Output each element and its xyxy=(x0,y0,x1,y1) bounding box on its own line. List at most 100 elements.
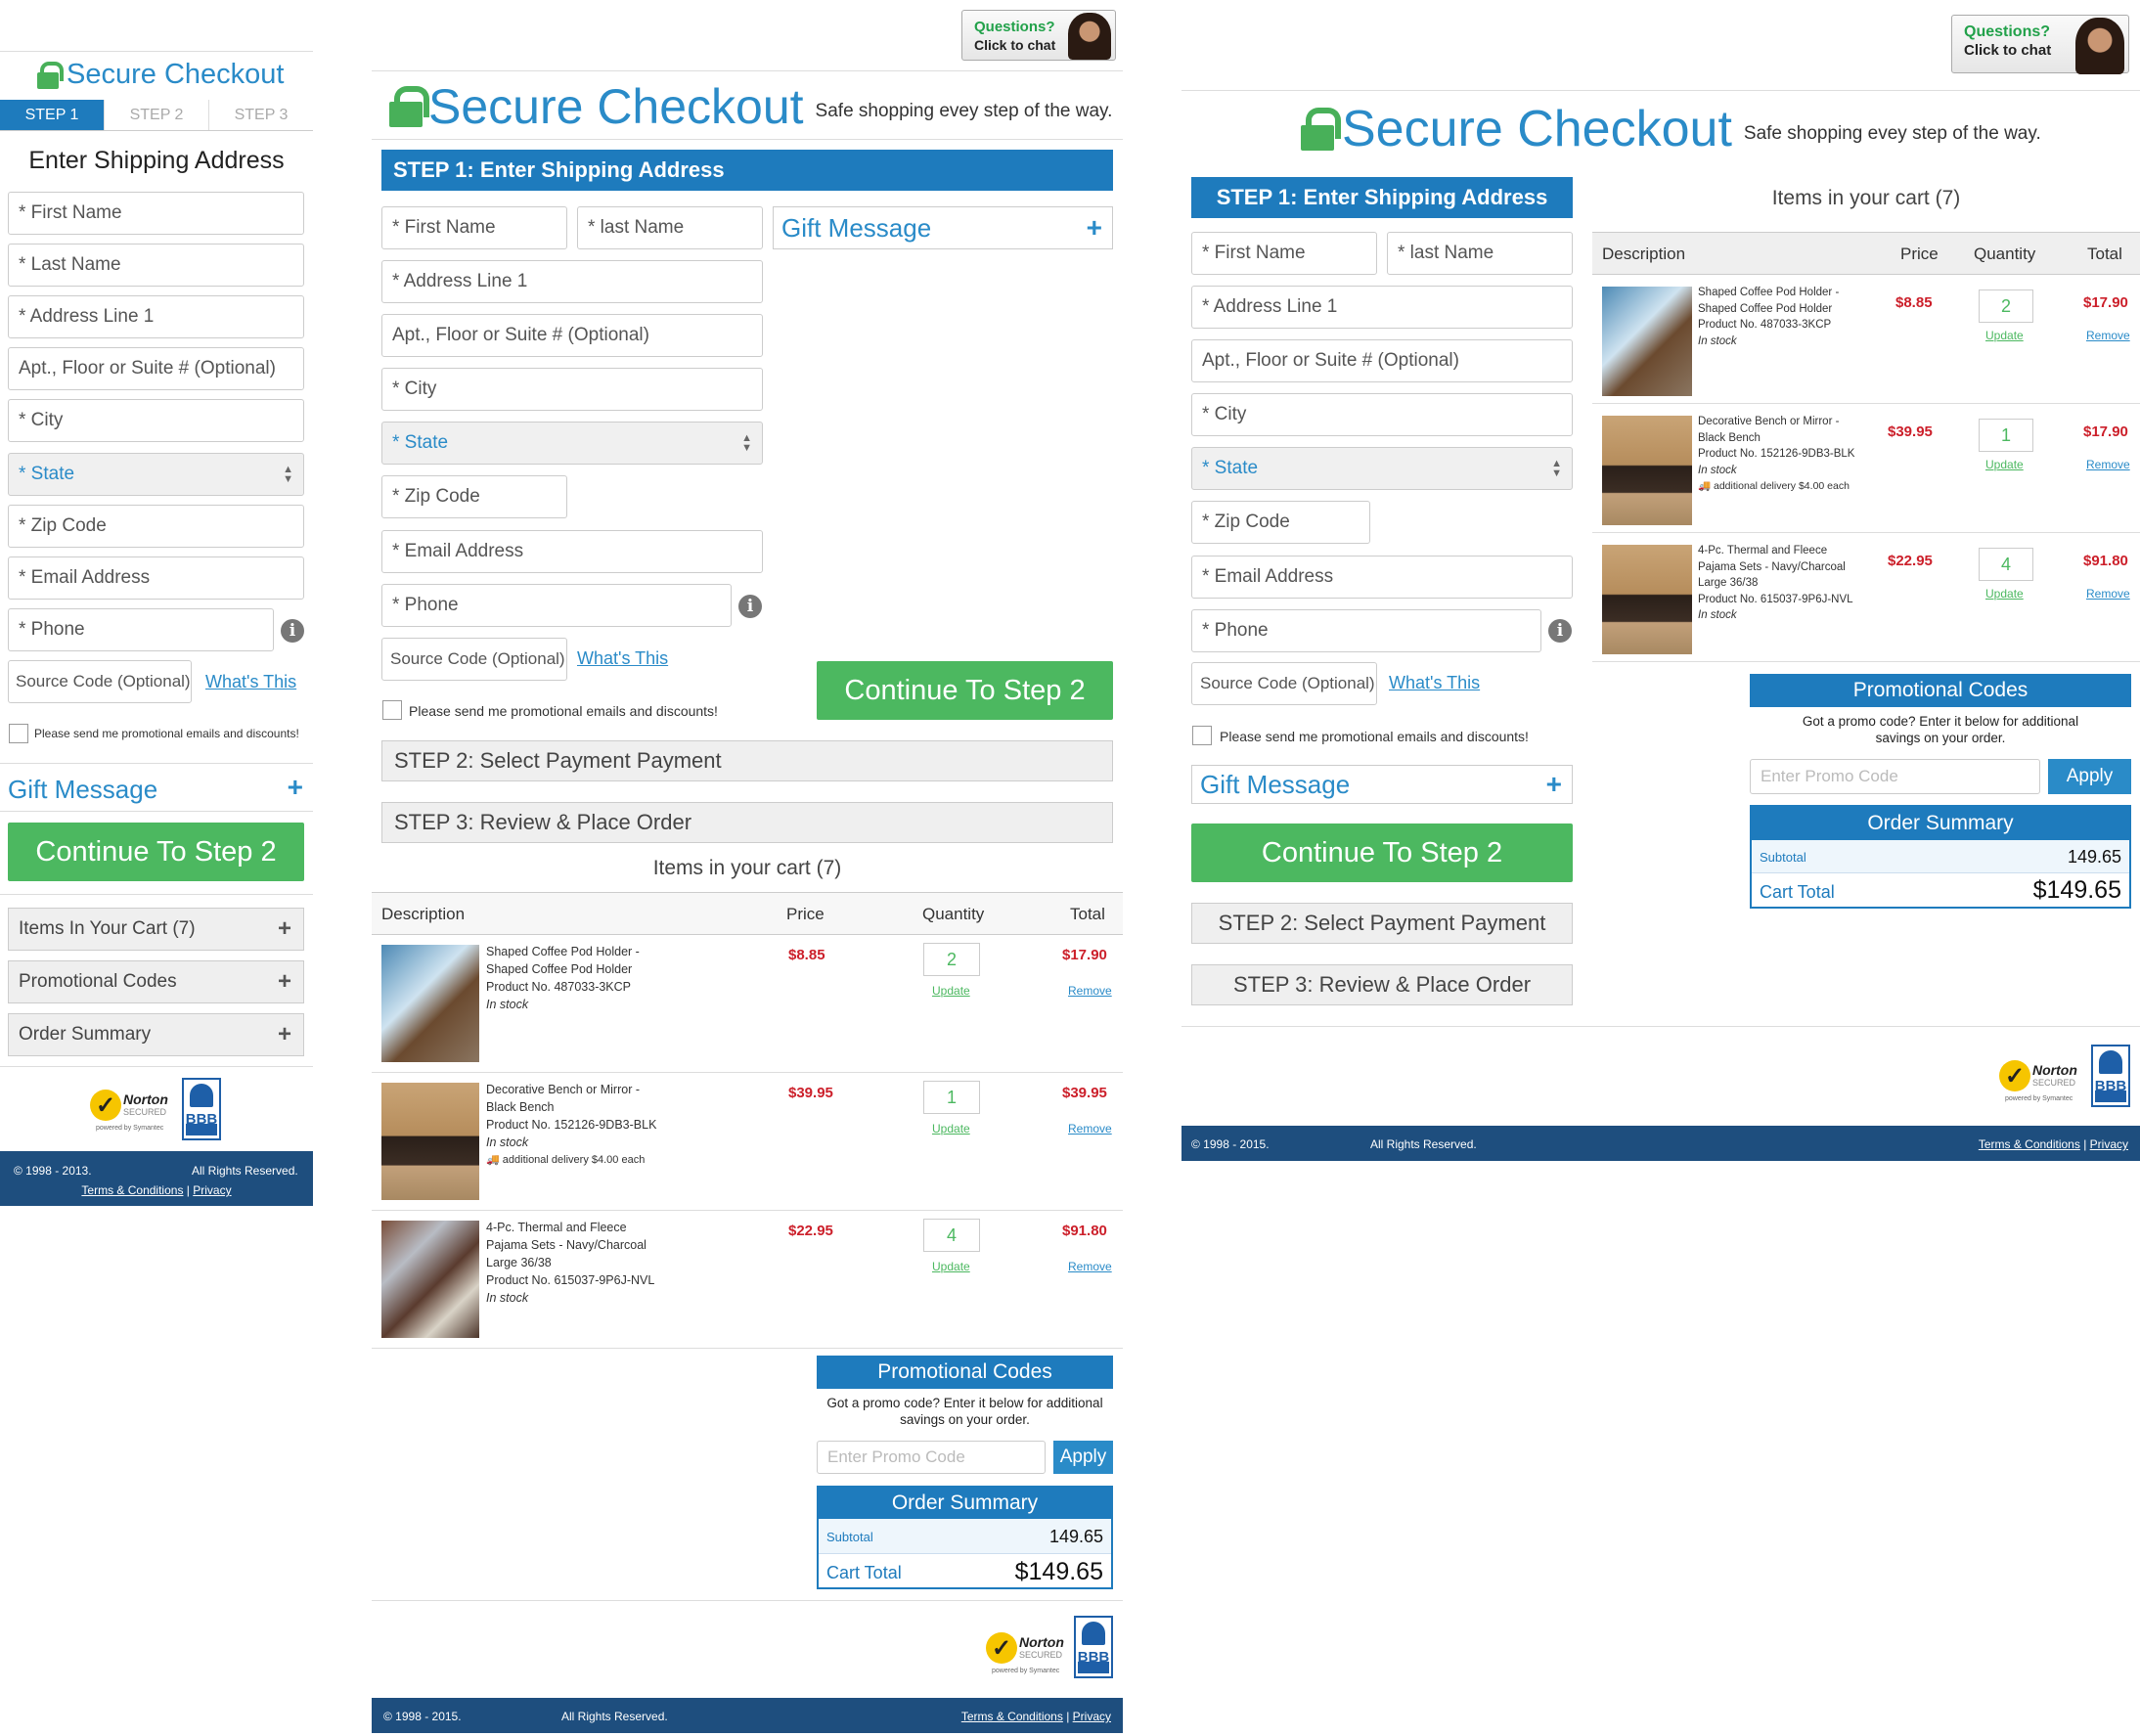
apt-suite-input[interactable]: Apt., Floor or Suite # (Optional) xyxy=(8,347,304,390)
checkmark-icon: ✓ xyxy=(90,1090,121,1121)
source-code-input[interactable]: Source Code (Optional) xyxy=(1191,662,1377,705)
update-link[interactable]: Update xyxy=(932,1122,970,1135)
city-input[interactable]: * City xyxy=(381,368,763,411)
cart-total-row: Cart Total $149.65 xyxy=(1752,873,2129,907)
last-name-input[interactable]: * last Name xyxy=(577,206,763,249)
state-select[interactable]: * State ▲ ▼ xyxy=(1191,447,1573,490)
plus-icon: + xyxy=(277,1021,291,1047)
email-address-input[interactable]: * Email Address xyxy=(8,556,304,600)
zip-code-input[interactable]: * Zip Code xyxy=(381,475,567,518)
address-line-1-input[interactable]: * Address Line 1 xyxy=(1191,286,1573,329)
remove-link[interactable]: Remove xyxy=(2086,587,2130,601)
continue-to-step-2-button[interactable]: Continue To Step 2 xyxy=(817,661,1113,720)
apply-button[interactable]: Apply xyxy=(1053,1441,1113,1474)
info-icon[interactable]: i xyxy=(1548,619,1572,643)
step-3-header[interactable]: STEP 3: Review & Place Order xyxy=(1191,964,1573,1005)
source-code-input[interactable]: Source Code (Optional) xyxy=(381,638,567,681)
state-select[interactable]: * State ▲ ▼ xyxy=(8,453,304,496)
state-select[interactable]: * State ▲ ▼ xyxy=(381,422,763,465)
chat-button[interactable]: Questions? Click to chat xyxy=(1951,15,2129,74)
remove-link[interactable]: Remove xyxy=(1068,1122,1112,1135)
subtotal-row: Subtotal 149.65 xyxy=(1752,840,2129,873)
city-input[interactable]: * City xyxy=(1191,393,1573,436)
chat-button[interactable]: Questions? Click to chat xyxy=(961,10,1116,61)
privacy-link[interactable]: Privacy xyxy=(193,1183,231,1197)
promotional-codes-toggle[interactable]: Promotional Codes + xyxy=(8,960,304,1003)
order-summary-box: Order Summary Subtotal 149.65 Cart Total… xyxy=(817,1486,1113,1589)
whats-this-link[interactable]: What's This xyxy=(577,648,668,669)
apt-suite-input[interactable]: Apt., Floor or Suite # (Optional) xyxy=(1191,339,1573,382)
remove-link[interactable]: Remove xyxy=(2086,458,2130,471)
email-address-input[interactable]: * Email Address xyxy=(1191,556,1573,599)
norton-secured-badge: ✓ Norton SECURED powered by Symantec xyxy=(90,1086,168,1138)
quantity-input[interactable]: 2 xyxy=(1979,289,2033,323)
remove-link[interactable]: Remove xyxy=(1068,984,1112,998)
info-icon[interactable]: i xyxy=(281,619,304,643)
first-name-input[interactable]: * First Name xyxy=(1191,232,1377,275)
whats-this-link[interactable]: What's This xyxy=(1389,673,1480,693)
step-2-header[interactable]: STEP 2: Select Payment Payment xyxy=(381,740,1113,781)
quantity-input[interactable]: 2 xyxy=(923,943,980,976)
tab-step-1[interactable]: STEP 1 xyxy=(0,100,104,130)
city-input[interactable]: * City xyxy=(8,399,304,442)
terms-link[interactable]: Terms & Conditions xyxy=(961,1710,1063,1723)
whats-this-link[interactable]: What's This xyxy=(205,672,296,692)
promo-code-input[interactable]: Enter Promo Code xyxy=(1750,759,2040,794)
bbb-badge: BBB xyxy=(2091,1045,2130,1107)
zip-code-input[interactable]: * Zip Code xyxy=(1191,501,1370,544)
update-link[interactable]: Update xyxy=(1985,329,2024,342)
promo-emails-checkbox[interactable] xyxy=(1192,726,1212,745)
promo-emails-checkbox[interactable] xyxy=(9,724,28,743)
email-address-input[interactable]: * Email Address xyxy=(381,530,763,573)
remove-link[interactable]: Remove xyxy=(1068,1260,1112,1273)
product-image xyxy=(381,945,479,1062)
first-name-input[interactable]: * First Name xyxy=(381,206,567,249)
source-code-input[interactable]: Source Code (Optional) xyxy=(8,660,192,703)
tab-step-2[interactable]: STEP 2 xyxy=(104,100,208,130)
promo-emails-checkbox[interactable] xyxy=(382,700,402,720)
remove-link[interactable]: Remove xyxy=(2086,329,2130,342)
last-name-input[interactable]: * Last Name xyxy=(8,244,304,287)
privacy-link[interactable]: Privacy xyxy=(1073,1710,1111,1723)
continue-to-step-2-button[interactable]: Continue To Step 2 xyxy=(1191,823,1573,882)
quantity-input[interactable]: 1 xyxy=(923,1081,980,1114)
quantity-input[interactable]: 4 xyxy=(923,1219,980,1252)
zip-code-input[interactable]: * Zip Code xyxy=(8,505,304,548)
apt-suite-input[interactable]: Apt., Floor or Suite # (Optional) xyxy=(381,314,763,357)
last-name-input[interactable]: * last Name xyxy=(1387,232,1573,275)
gift-message-toggle[interactable]: Gift Message + xyxy=(0,763,313,812)
update-link[interactable]: Update xyxy=(932,1260,970,1273)
phone-input[interactable]: * Phone xyxy=(8,608,274,651)
continue-to-step-2-button[interactable]: Continue To Step 2 xyxy=(8,823,304,881)
terms-link[interactable]: Terms & Conditions xyxy=(1979,1137,2080,1151)
address-line-1-input[interactable]: * Address Line 1 xyxy=(381,260,763,303)
quantity-input[interactable]: 4 xyxy=(1979,548,2033,581)
items-in-cart-toggle[interactable]: Items In Your Cart (7) + xyxy=(8,908,304,951)
phone-input[interactable]: * Phone xyxy=(1191,609,1541,652)
gift-message-toggle[interactable]: Gift Message + xyxy=(1191,765,1573,804)
terms-link[interactable]: Terms & Conditions xyxy=(81,1183,183,1197)
promotional-codes-header: Promotional Codes xyxy=(1750,674,2131,707)
product-name-line: Large 36/38 xyxy=(486,1256,552,1269)
first-name-input[interactable]: * First Name xyxy=(8,192,304,235)
tab-step-3[interactable]: STEP 3 xyxy=(208,100,313,130)
apply-button[interactable]: Apply xyxy=(2048,759,2131,794)
lock-icon xyxy=(389,86,429,127)
step-2-header[interactable]: STEP 2: Select Payment Payment xyxy=(1191,903,1573,944)
update-link[interactable]: Update xyxy=(1985,587,2024,601)
gift-message-toggle[interactable]: Gift Message + xyxy=(773,206,1113,249)
update-link[interactable]: Update xyxy=(932,984,970,998)
phone-input[interactable]: * Phone xyxy=(381,584,732,627)
promo-code-input[interactable]: Enter Promo Code xyxy=(817,1441,1046,1474)
privacy-link[interactable]: Privacy xyxy=(2090,1137,2128,1151)
quantity-input[interactable]: 1 xyxy=(1979,419,2033,452)
step-3-header[interactable]: STEP 3: Review & Place Order xyxy=(381,802,1113,843)
info-icon[interactable]: i xyxy=(738,595,762,618)
agent-avatar xyxy=(2075,18,2124,74)
order-summary-header: Order Summary xyxy=(819,1488,1111,1519)
chat-click-label: Click to chat xyxy=(1964,42,2052,59)
product-name-line: Decorative Bench or Mirror - xyxy=(486,1083,640,1096)
order-summary-toggle[interactable]: Order Summary + xyxy=(8,1013,304,1056)
address-line-1-input[interactable]: * Address Line 1 xyxy=(8,295,304,338)
update-link[interactable]: Update xyxy=(1985,458,2024,471)
